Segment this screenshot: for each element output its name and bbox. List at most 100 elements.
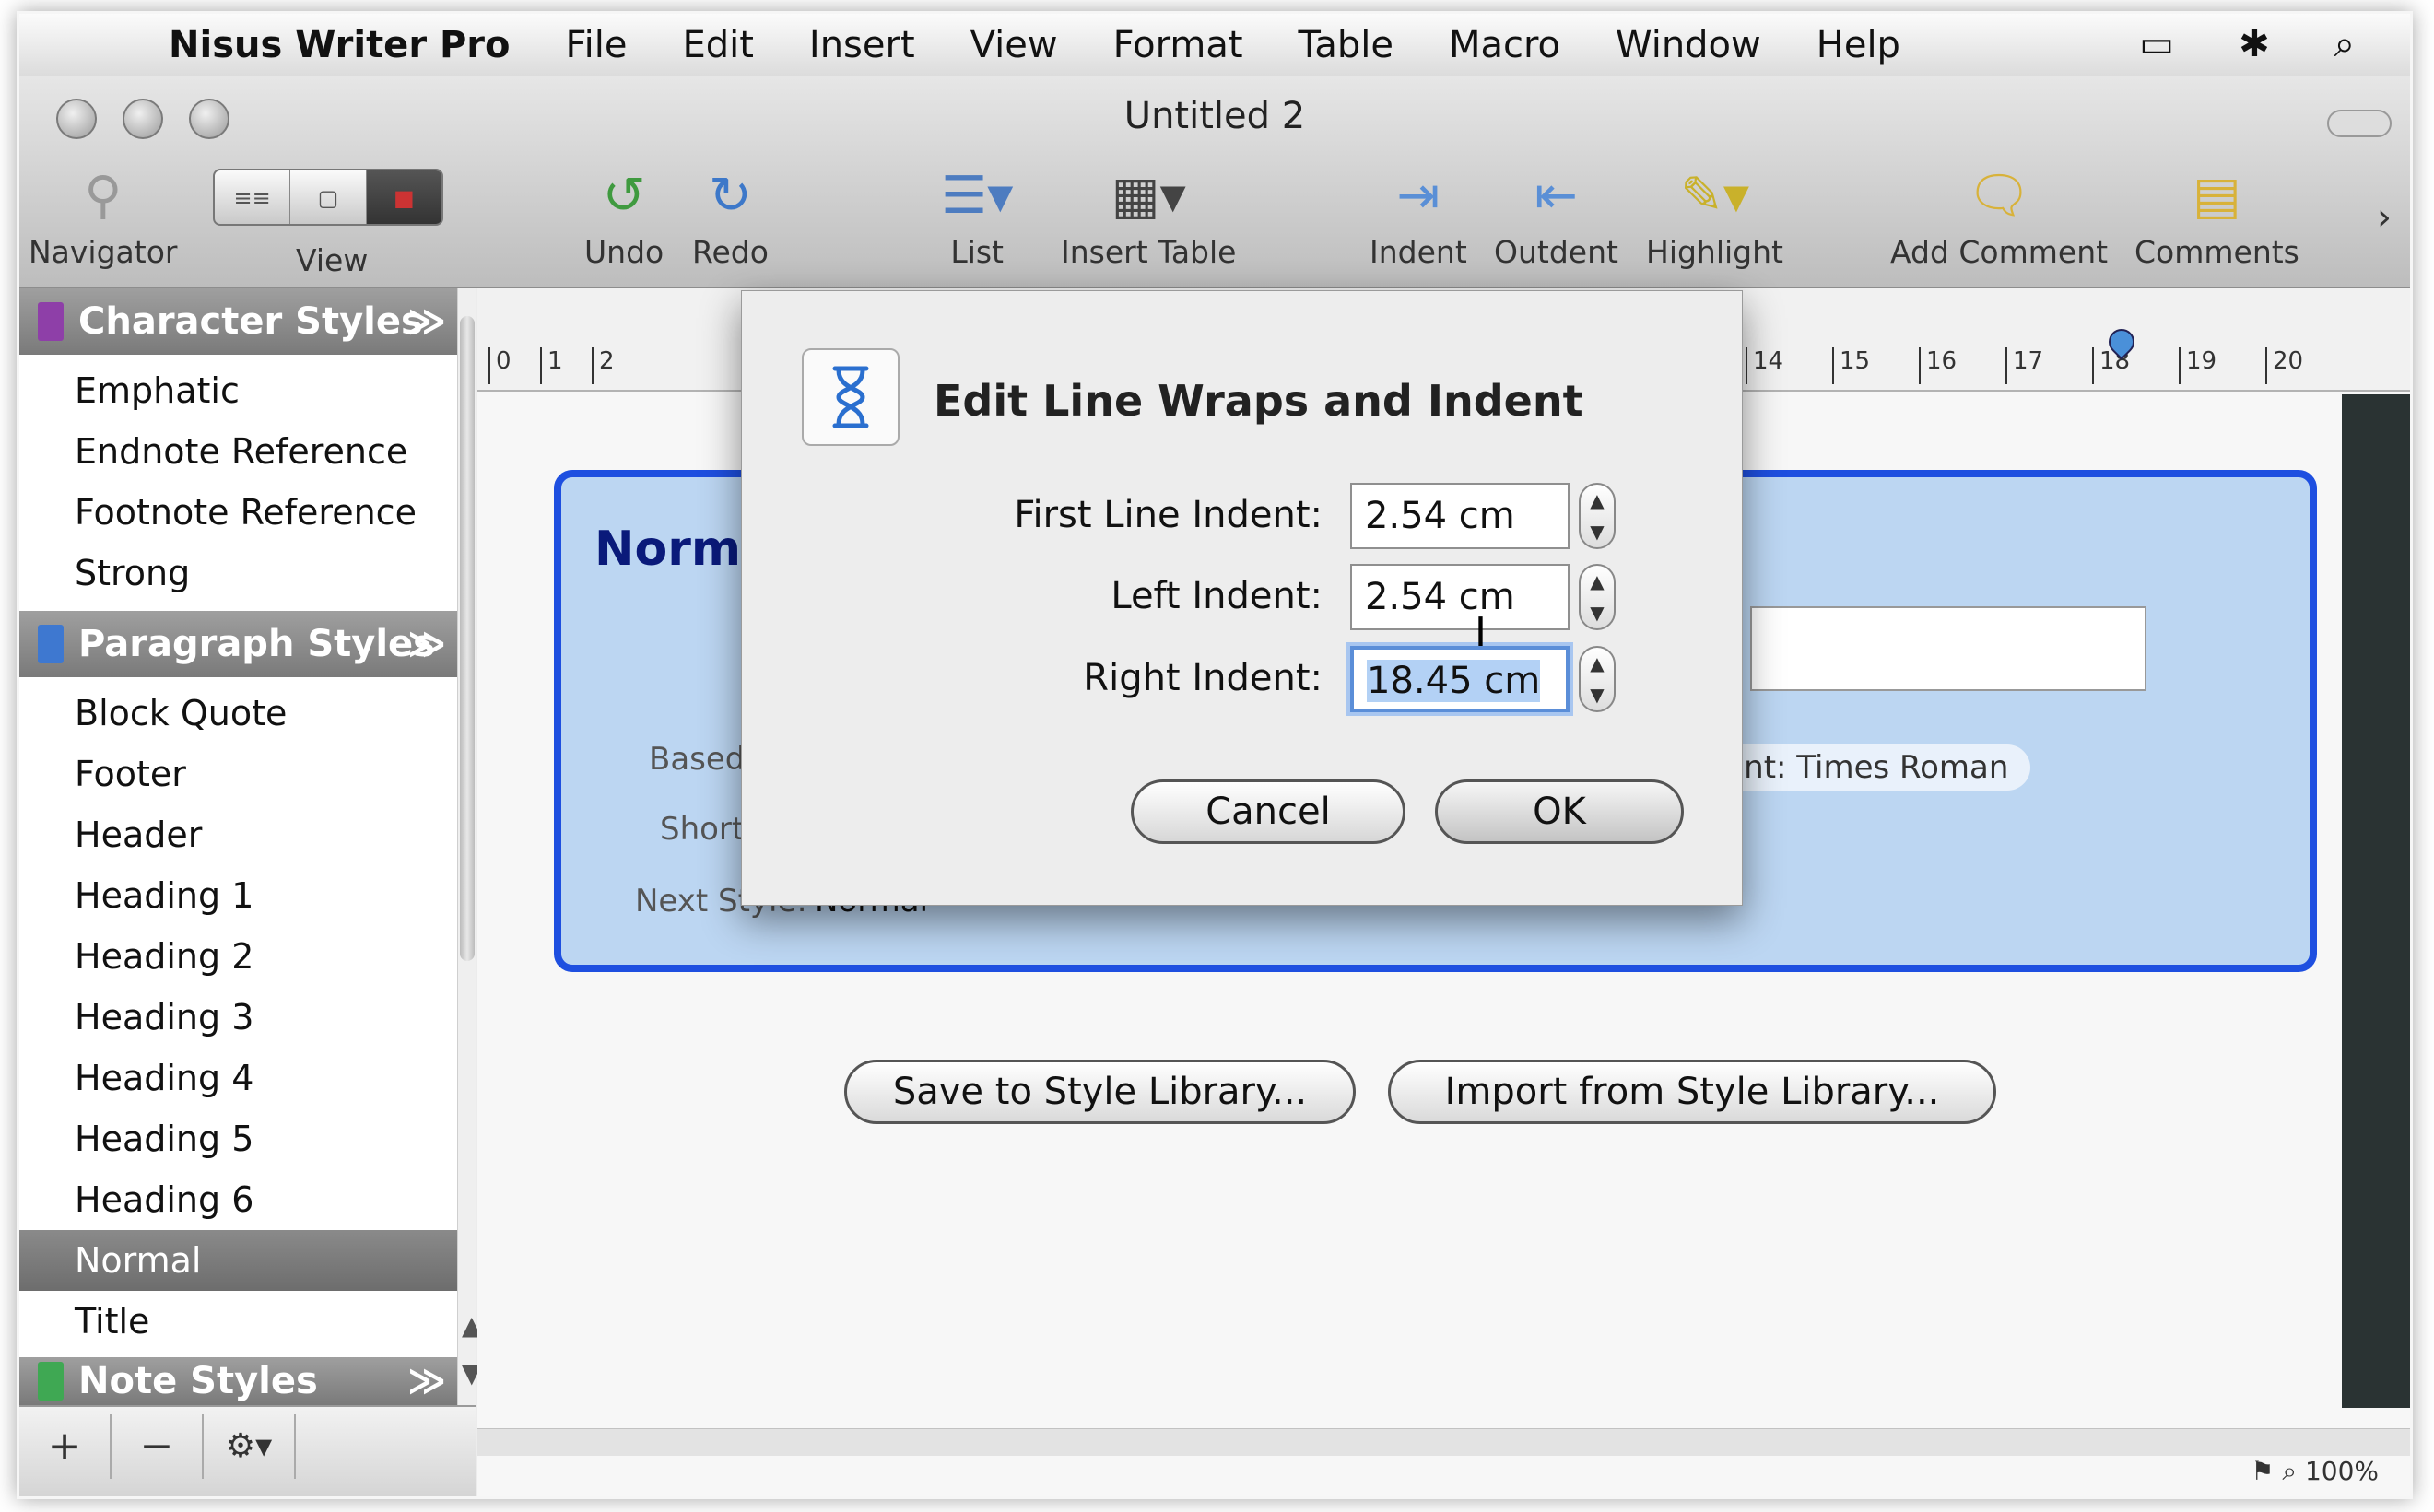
apple-icon[interactable]: [76, 18, 132, 73]
ruler-label: 17: [2005, 347, 2043, 384]
menu-format[interactable]: Format: [1113, 24, 1243, 66]
ruler-label: 15: [1832, 347, 1870, 384]
window-titlebar: Untitled 2 ⚲ Navigator ≡≡ ▢ ■ View ↺ Und…: [19, 76, 2410, 288]
collapse-icon[interactable]: ≫: [407, 1360, 446, 1402]
view-label: View: [296, 242, 369, 278]
status-bar: ⚑ ⌕ 100%: [2251, 1456, 2379, 1496]
menu-edit[interactable]: Edit: [682, 24, 753, 66]
table-icon: ▦▾: [1111, 166, 1186, 226]
first-line-indent-stepper[interactable]: ▲ ▼: [1579, 483, 1616, 549]
highlight-button[interactable]: ✎▾ Highlight: [1646, 164, 1783, 270]
sidebar-item-heading-4[interactable]: Heading 4: [19, 1048, 457, 1108]
edit-line-wraps-dialog: Edit Line Wraps and Indent First Line In…: [741, 290, 1743, 906]
collapse-icon[interactable]: ≫: [407, 623, 446, 665]
window-title: Untitled 2: [1123, 95, 1306, 137]
right-indent-stepper[interactable]: ▲ ▼: [1579, 646, 1616, 712]
add-style-button[interactable]: +: [19, 1414, 112, 1479]
left-indent-stepper[interactable]: ▲ ▼: [1579, 564, 1616, 630]
menu-window[interactable]: Window: [1616, 24, 1761, 66]
character-styles-header[interactable]: Character Styles ≫: [19, 288, 457, 355]
sidebar-item-heading-1[interactable]: Heading 1: [19, 865, 457, 926]
view-fullscreen-icon[interactable]: ■: [366, 170, 441, 224]
sidebar-scrollbar[interactable]: [457, 288, 476, 1422]
sidebar-item-block-quote[interactable]: Block Quote: [19, 683, 457, 744]
menu-help[interactable]: Help: [1817, 24, 1900, 66]
menu-app[interactable]: Nisus Writer Pro: [169, 24, 511, 66]
ruler-label: 0: [488, 347, 511, 384]
menu-bar: Nisus Writer Pro File Edit Insert View F…: [19, 14, 2410, 76]
screenshot-frame: Nisus Writer Pro File Edit Insert View F…: [17, 11, 2413, 1499]
menu-table[interactable]: Table: [1299, 24, 1393, 66]
sidebar-item-title[interactable]: Title: [19, 1291, 457, 1352]
collapse-icon[interactable]: ≫: [407, 300, 446, 343]
toolbar-toggle-button[interactable]: [2327, 110, 2392, 137]
right-indent-field[interactable]: 18.45 cm: [1350, 646, 1570, 712]
right-indent-value: 18.45 cm: [1367, 660, 1541, 702]
paragraph-styles-header[interactable]: Paragraph Styles ≫: [19, 611, 457, 677]
add-comment-button[interactable]: 🗨 Add Comment: [1890, 164, 2108, 270]
note-styles-header[interactable]: Note Styles ≫: [19, 1357, 457, 1405]
sidebar-item-endnote-reference[interactable]: Endnote Reference: [19, 421, 457, 482]
note-styles-icon: [38, 1362, 64, 1401]
sidebar-item-footer[interactable]: Footer: [19, 744, 457, 804]
sidebar-item-heading-6[interactable]: Heading 6: [19, 1169, 457, 1230]
highlighter-icon: ✎▾: [1679, 166, 1749, 226]
comments-icon: ▤: [2192, 166, 2241, 226]
hourglass-icon: [802, 348, 900, 446]
redo-button[interactable]: ↻ Redo: [692, 164, 769, 270]
page-margin-strip: [2342, 394, 2410, 1408]
view-draft-icon[interactable]: ≡≡: [215, 170, 291, 224]
styles-sidebar: Character Styles ≫ Emphatic Endnote Refe…: [19, 288, 482, 1496]
ruler-label: 2: [592, 347, 615, 384]
toolbar-overflow-icon[interactable]: ›: [2377, 196, 2392, 239]
ruler-label: 20: [2265, 347, 2303, 384]
sidebar-bottom-bar: + − ⚙▾: [19, 1405, 476, 1496]
sidebar-item-footnote-reference[interactable]: Footnote Reference: [19, 482, 457, 543]
navigator-button[interactable]: ⚲ Navigator: [29, 164, 177, 270]
sidebar-item-normal[interactable]: Normal: [19, 1230, 457, 1291]
sidebar-item-emphatic[interactable]: Emphatic: [19, 360, 457, 421]
undo-button[interactable]: ↺ Undo: [584, 164, 664, 270]
sidebar-item-strong[interactable]: Strong: [19, 543, 457, 604]
remove-style-button[interactable]: −: [112, 1414, 204, 1479]
save-to-style-library-button[interactable]: Save to Style Library...: [844, 1060, 1356, 1124]
view-mode-segmented[interactable]: ≡≡ ▢ ■: [213, 169, 443, 226]
ruler-label: 14: [1746, 347, 1783, 384]
sidebar-item-heading-2[interactable]: Heading 2: [19, 926, 457, 987]
list-icon: ☰▾: [941, 166, 1014, 226]
language-flag-icon[interactable]: ⚑: [2251, 1456, 2274, 1486]
character-styles-icon: [38, 302, 64, 341]
display-icon[interactable]: ▭: [2139, 23, 2174, 65]
outdent-button[interactable]: ⇤ Outdent: [1494, 164, 1618, 270]
zoom-level[interactable]: 100%: [2305, 1456, 2379, 1486]
spotlight-icon[interactable]: ⌕: [2334, 23, 2355, 65]
bluetooth-icon[interactable]: ✱: [2239, 23, 2270, 65]
menu-macro[interactable]: Macro: [1449, 24, 1560, 66]
add-comment-icon: 🗨: [1966, 166, 2032, 226]
ok-button[interactable]: OK: [1435, 779, 1684, 844]
menu-insert[interactable]: Insert: [809, 24, 915, 66]
import-from-style-library-button[interactable]: Import from Style Library...: [1388, 1060, 1996, 1124]
comments-button[interactable]: ▤ Comments: [2134, 164, 2299, 270]
insert-table-button[interactable]: ▦▾ Insert Table: [1061, 164, 1236, 270]
style-actions-button[interactable]: ⚙▾: [204, 1414, 296, 1479]
menu-view[interactable]: View: [970, 24, 1058, 66]
paragraph-styles-icon: [38, 625, 64, 663]
redo-icon: ↻: [708, 166, 752, 226]
sidebar-item-heading-5[interactable]: Heading 5: [19, 1108, 457, 1169]
menu-file[interactable]: File: [566, 24, 628, 66]
style-description-field[interactable]: [1750, 606, 2146, 691]
horizontal-scrollbar[interactable]: [477, 1428, 2410, 1456]
list-button[interactable]: ☰▾ List: [941, 164, 1013, 270]
sidebar-scroll-thumb[interactable]: [460, 316, 475, 961]
indent-button[interactable]: ⇥ Indent: [1370, 164, 1467, 270]
left-indent-field[interactable]: 2.54 cm: [1350, 564, 1570, 630]
zoom-icon[interactable]: ⌕: [2282, 1456, 2297, 1486]
sidebar-item-header[interactable]: Header: [19, 804, 457, 865]
view-page-icon[interactable]: ▢: [290, 170, 367, 224]
first-line-indent-field[interactable]: 2.54 cm: [1350, 483, 1570, 549]
sidebar-item-heading-3[interactable]: Heading 3: [19, 987, 457, 1048]
cancel-button[interactable]: Cancel: [1131, 779, 1405, 844]
left-indent-label: Left Indent:: [1111, 575, 1323, 617]
first-line-indent-label: First Line Indent:: [1014, 494, 1323, 536]
